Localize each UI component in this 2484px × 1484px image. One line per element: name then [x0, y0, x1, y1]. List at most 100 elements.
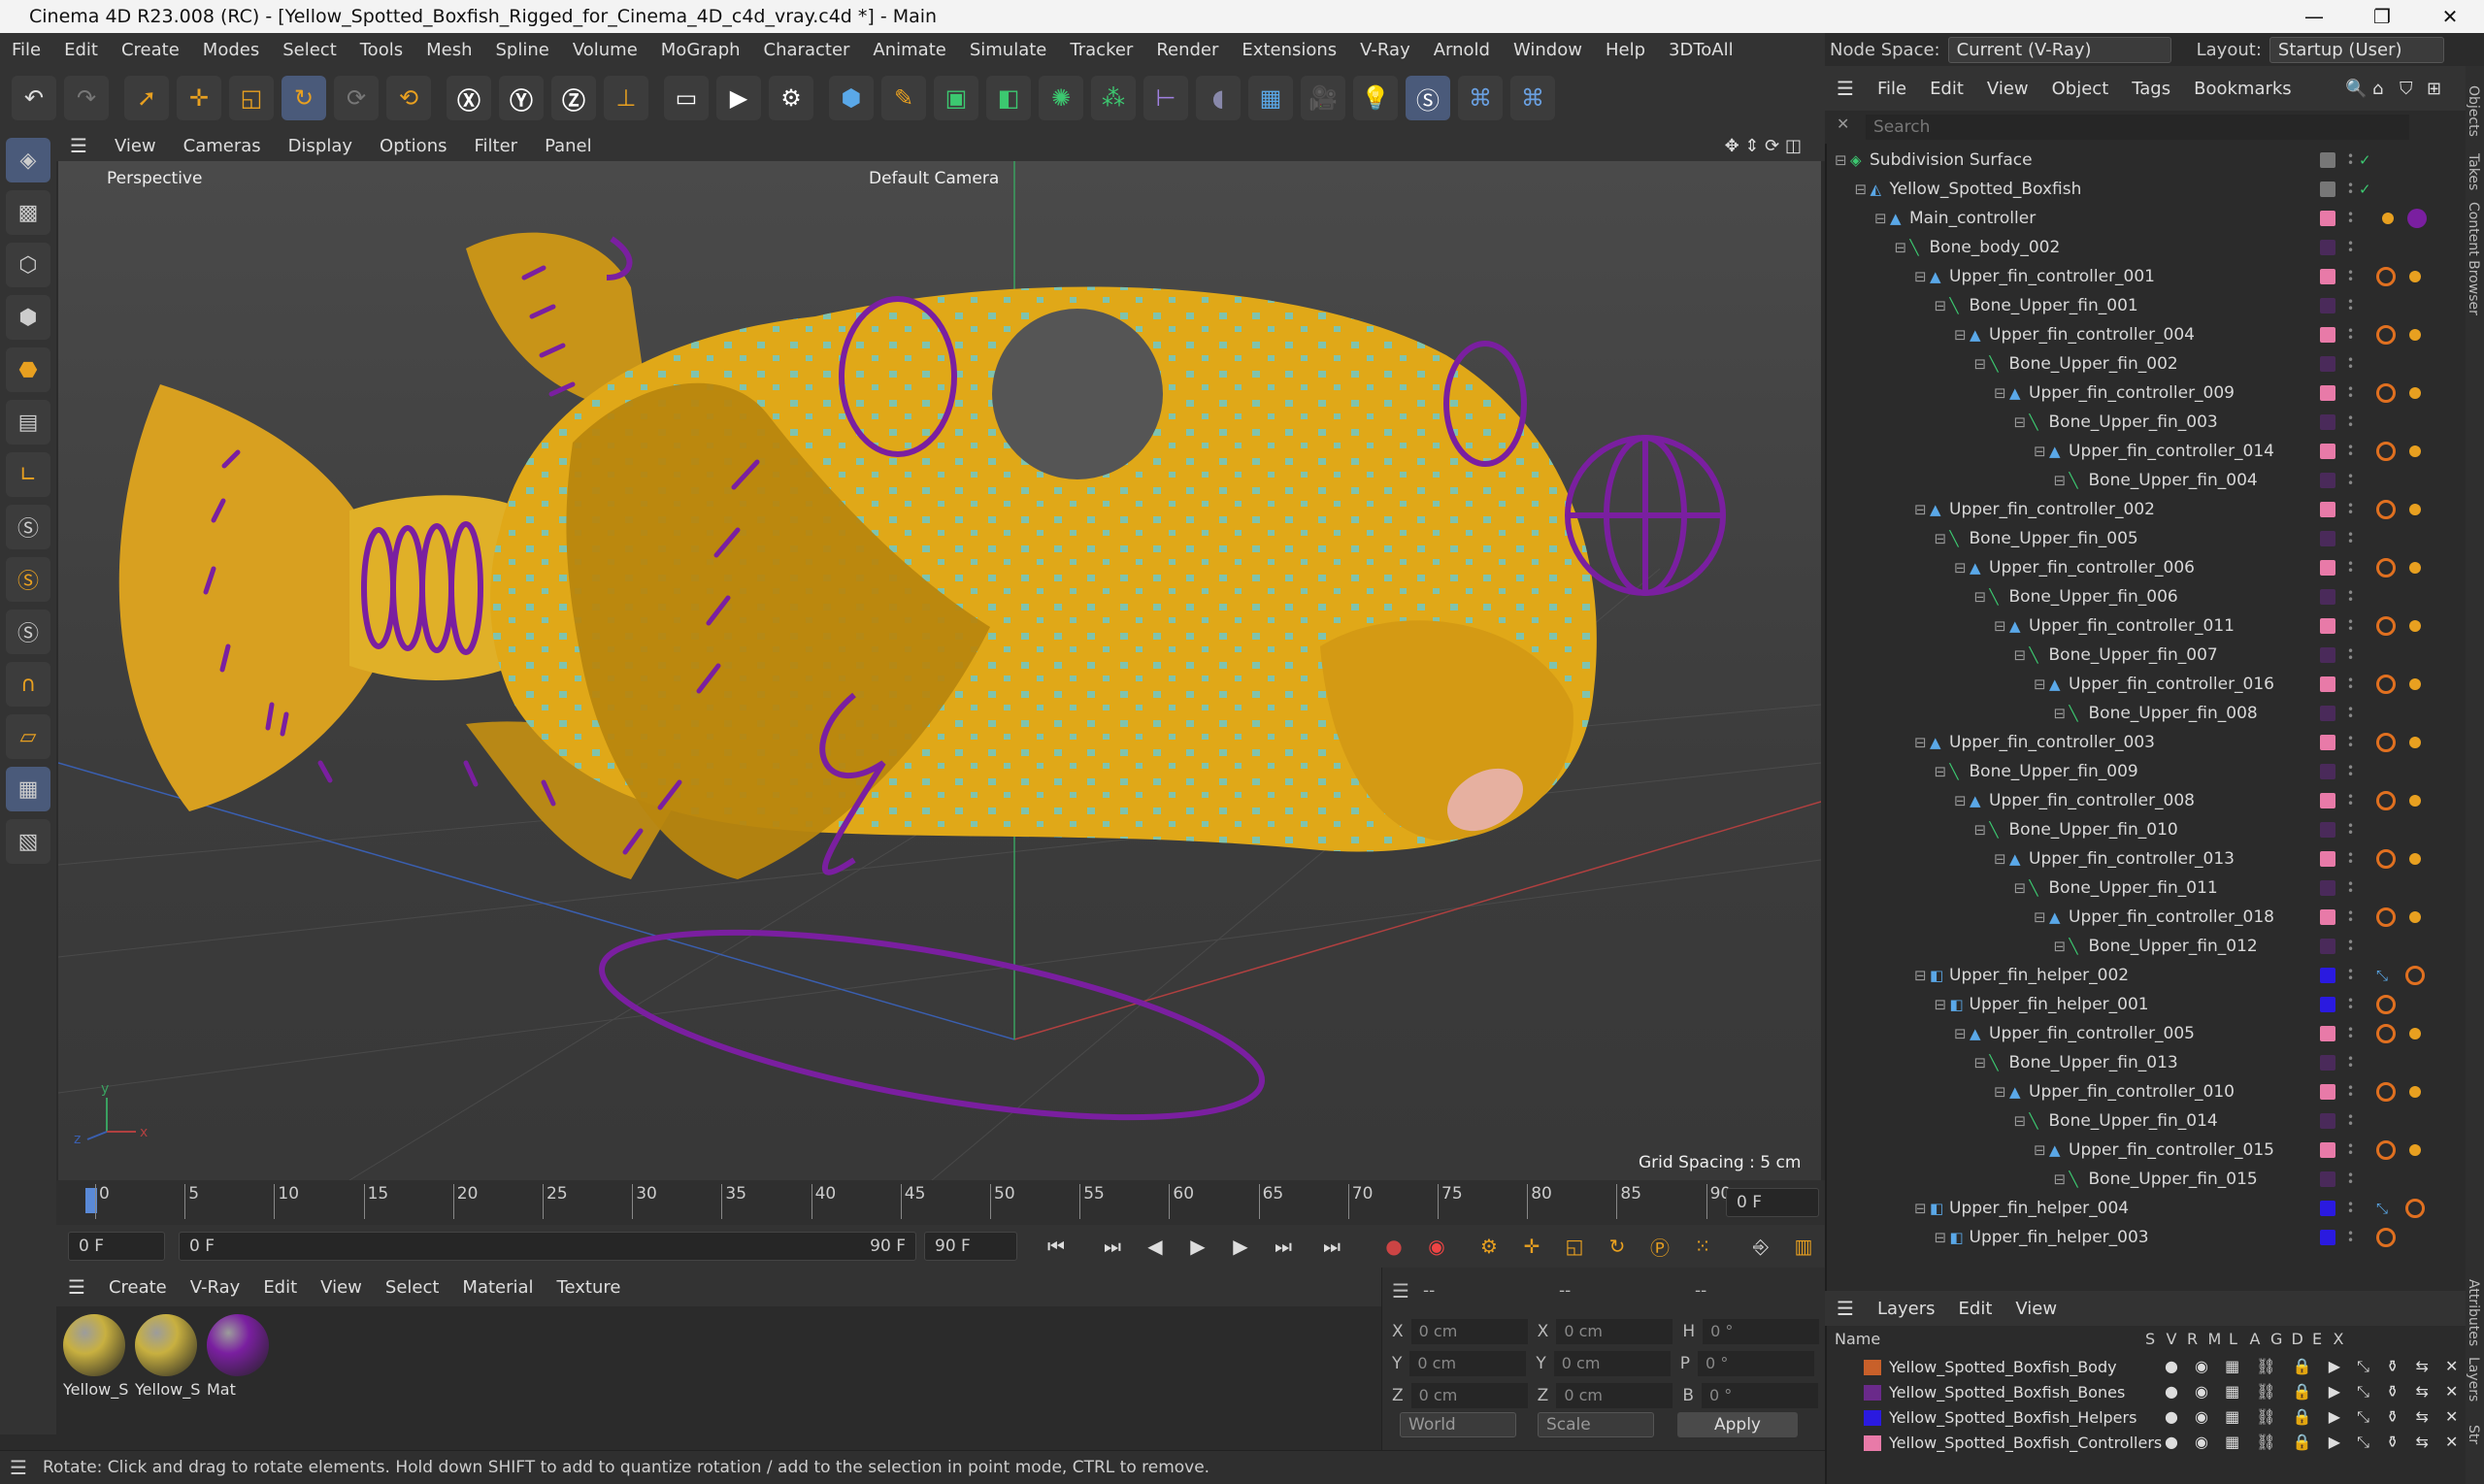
hamburger-icon[interactable]: ☰: [1825, 1297, 1866, 1320]
extrude-generator-icon[interactable]: ◧: [986, 76, 1031, 120]
visibility-dots-icon[interactable]: • •: [2347, 529, 2361, 547]
layer-color-tag[interactable]: [2320, 385, 2335, 401]
expand-icon[interactable]: ⊟: [1954, 326, 1967, 344]
axis-mode-icon[interactable]: ∟: [6, 452, 50, 497]
layer-color-tag[interactable]: [2320, 211, 2335, 226]
next-key-icon[interactable]: ⏭: [1264, 1229, 1303, 1264]
object-tree-row[interactable]: ⊟ ◭ Yellow_Spotted_Boxfish • • ✓: [1827, 175, 2448, 204]
visibility-dots-icon[interactable]: • •: [2347, 267, 2361, 285]
uv-mode-icon[interactable]: ▤: [6, 400, 50, 445]
material-swatch[interactable]: Yellow_S: [132, 1314, 200, 1407]
layer-color-tag[interactable]: [2320, 1171, 2335, 1187]
object-menu-bookmarks[interactable]: Bookmarks: [2182, 79, 2303, 99]
start-frame-field[interactable]: 0 F: [68, 1232, 165, 1261]
expand-icon[interactable]: ⊟: [1954, 559, 1967, 577]
tag-icon[interactable]: [2409, 445, 2421, 457]
layer-color-tag[interactable]: [2320, 909, 2335, 925]
object-tree-row[interactable]: ⊟ ╲ Bone_Upper_fin_012 • •: [1827, 932, 2448, 961]
menu-render[interactable]: Render: [1144, 40, 1230, 60]
constraint-tag-icon[interactable]: [2376, 1228, 2396, 1247]
layer-row[interactable]: Yellow_Spotted_Boxfish_Helpers ● ◉ ▦ ⛓ 🔒 …: [1825, 1405, 2466, 1431]
object-tree-row[interactable]: ⊟ ╲ Bone_Upper_fin_001 • •: [1827, 291, 2448, 320]
expand-icon[interactable]: ⊟: [1994, 617, 2006, 635]
visibility-dots-icon[interactable]: • •: [2347, 558, 2361, 577]
range-slider[interactable]: 0 F 90 F: [179, 1232, 916, 1261]
visibility-dots-icon[interactable]: • •: [2347, 354, 2361, 373]
expand-icon[interactable]: ⊟: [2034, 1141, 2046, 1159]
expand-icon[interactable]: ⊟: [2034, 443, 2046, 460]
layer-color-tag[interactable]: [2320, 676, 2335, 692]
texture-mode-icon[interactable]: ▩: [6, 190, 50, 235]
menu-spline[interactable]: Spline: [483, 40, 560, 60]
layer-column-a[interactable]: A: [2250, 1330, 2261, 1348]
object-tree-row[interactable]: ⊟ ▲ Upper_fin_controller_003 • •: [1827, 728, 2448, 757]
object-tree-row[interactable]: ⊟ ╲ Bone_Upper_fin_014 • •: [1827, 1106, 2448, 1136]
new-window-icon[interactable]: ⊞: [2415, 79, 2453, 99]
coordinate-field[interactable]: 0 °: [1703, 1319, 1820, 1344]
object-tree-row[interactable]: ⊟ ▲ Upper_fin_controller_006 • •: [1827, 553, 2448, 582]
constraint-tag-icon[interactable]: [2376, 383, 2396, 403]
layer-column-m[interactable]: M: [2208, 1330, 2222, 1348]
current-frame-field[interactable]: 0 F: [1726, 1188, 1819, 1217]
side-tab-layers[interactable]: Layers: [2466, 1357, 2481, 1402]
expand-icon[interactable]: ⊟: [1914, 1200, 1927, 1217]
layer-color-tag[interactable]: [2320, 1113, 2335, 1129]
tag-icon[interactable]: [2409, 795, 2421, 807]
object-menu-object[interactable]: Object: [2040, 79, 2121, 99]
apply-button[interactable]: Apply: [1677, 1412, 1798, 1437]
expand-icon[interactable]: ⊟: [1914, 501, 1927, 518]
object-tree-row[interactable]: ⊟ ╲ Bone_Upper_fin_002 • •: [1827, 349, 2448, 379]
material-menu-material[interactable]: Material: [450, 1277, 545, 1298]
layer-column-name[interactable]: Name: [1835, 1330, 1880, 1348]
render-view-icon[interactable]: ▶: [716, 76, 761, 120]
minimize-icon[interactable]: —: [2280, 0, 2348, 33]
redo-icon[interactable]: ↷: [64, 76, 109, 120]
expand-icon[interactable]: ⊟: [2054, 938, 2067, 955]
layer-color-tag[interactable]: [2320, 1142, 2335, 1158]
visibility-dots-icon[interactable]: • •: [2347, 209, 2361, 227]
fcurve-icon[interactable]: ▥: [1784, 1229, 1823, 1264]
layer-color-tag[interactable]: [2320, 589, 2335, 605]
visibility-dots-icon[interactable]: • •: [2347, 1082, 2361, 1101]
cloner-icon[interactable]: ✺: [1039, 76, 1083, 120]
layer-column-v[interactable]: V: [2167, 1330, 2177, 1348]
layer-menu-edit[interactable]: Edit: [1947, 1299, 2004, 1319]
python-script-icon[interactable]: ⌘: [1510, 76, 1555, 120]
object-tree-row[interactable]: ⊟ ╲ Bone_Upper_fin_005 • •: [1827, 524, 2448, 553]
object-tree-row[interactable]: ⊟ ▲ Upper_fin_controller_016 • •: [1827, 670, 2448, 699]
viewport-menu-cameras[interactable]: Cameras: [170, 136, 275, 156]
coordinate-field[interactable]: 0 °: [1701, 1383, 1818, 1408]
layer-color-tag[interactable]: [2320, 1055, 2335, 1071]
menu-3dtoall[interactable]: 3DToAll: [1657, 40, 1745, 60]
coordinate-field[interactable]: 0 cm: [1410, 1383, 1528, 1408]
light-icon[interactable]: 💡: [1353, 76, 1398, 120]
expand-icon[interactable]: ⊟: [1994, 850, 2006, 868]
layer-color-tag[interactable]: [2320, 880, 2335, 896]
menu-animate[interactable]: Animate: [861, 40, 957, 60]
menu-edit[interactable]: Edit: [52, 40, 110, 60]
expand-icon[interactable]: ⊟: [1914, 268, 1927, 285]
layer-color-swatch[interactable]: [1864, 1360, 1881, 1375]
node-space-dropdown[interactable]: Current (V-Ray): [1947, 36, 2171, 63]
magnet-icon[interactable]: ∩: [6, 662, 50, 707]
tag-icon[interactable]: [2382, 213, 2394, 224]
snap-settings-icon[interactable]: Ⓢ: [6, 557, 50, 602]
subdivision-icon[interactable]: ▣: [934, 76, 978, 120]
object-tree-row[interactable]: ⊟ ▲ Upper_fin_controller_005 • •: [1827, 1019, 2448, 1048]
coordinate-mode-dropdown[interactable]: Scale: [1538, 1412, 1654, 1437]
constraint-tag-icon[interactable]: [2376, 849, 2396, 869]
expand-icon[interactable]: ⊟: [1914, 967, 1927, 984]
layer-column-d[interactable]: D: [2292, 1330, 2303, 1348]
visibility-dots-icon[interactable]: • •: [2347, 412, 2361, 431]
layout-dropdown[interactable]: Startup (User): [2269, 36, 2444, 63]
side-tab-takes[interactable]: Takes: [2466, 153, 2481, 190]
tag-icon[interactable]: [2409, 911, 2421, 923]
visibility-dots-icon[interactable]: • •: [2347, 995, 2361, 1013]
expand-icon[interactable]: ⊟: [2034, 676, 2046, 693]
camera-icon[interactable]: 🎥: [1301, 76, 1345, 120]
menu-file[interactable]: File: [0, 40, 52, 60]
constraint-tag-icon[interactable]: [2376, 267, 2396, 286]
go-to-start-icon[interactable]: ⏮: [1037, 1229, 1076, 1264]
constraint-tag-icon[interactable]: [2376, 995, 2396, 1014]
viewport-3d[interactable]: Perspective Default Camera Grid Spacing …: [58, 161, 1821, 1180]
